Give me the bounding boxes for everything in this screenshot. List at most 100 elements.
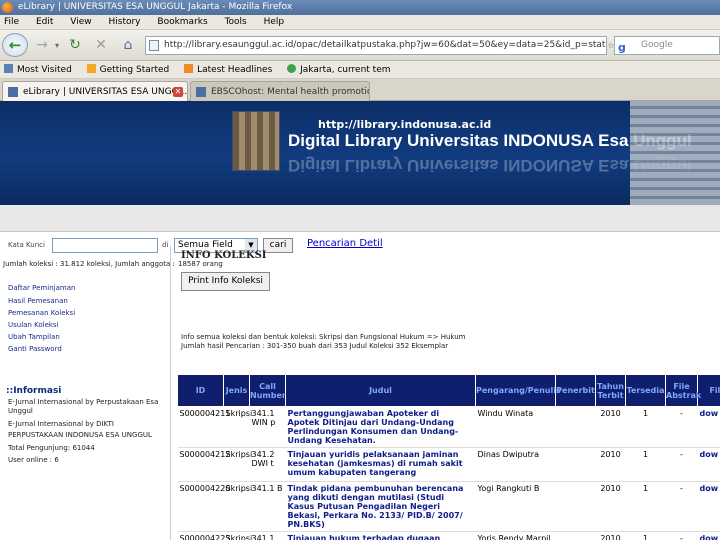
print-info-button[interactable]: Print Info Koleksi (181, 272, 270, 291)
cell-judul-link[interactable]: Tinjauan hukum terhadap dugaan (285, 531, 476, 540)
window-title-bar: eLibrary | UNIVERSITAS ESA UNGGUL Jakart… (0, 0, 720, 15)
table-row: S000004223 Skripsi 341.1 Tinjauan hukum … (177, 531, 720, 540)
cell-call: 341.1 B (249, 481, 286, 532)
keyword-label: Kata Kunci (8, 241, 45, 249)
col-file-abstrak: File Abstrak (665, 374, 701, 407)
sidebar-item-hasil-pemesanan[interactable]: Hasil Pemesanan (8, 297, 68, 305)
cell-id: S000004212 (177, 447, 230, 482)
cell-abstrak: - (665, 481, 698, 532)
info-heading: ::Informasi (6, 386, 62, 396)
cell-jenis: Skripsi (223, 481, 252, 532)
menu-tools[interactable]: Tools (225, 17, 247, 27)
page-title: INFO KOLEKSI (181, 250, 267, 261)
cell-call: 341.2 DWI t (249, 447, 286, 482)
col-call-number[interactable]: Call Number (249, 374, 286, 407)
tab-elibrary[interactable]: eLibrary | UNIVERSITAS ESA UNGG... ✕ (2, 81, 188, 101)
weather-icon (287, 64, 297, 73)
rss-icon (184, 64, 194, 73)
home-button[interactable]: ⌂ (116, 34, 140, 56)
cell-tersedia: 1 (625, 531, 666, 540)
main-content: INFO KOLEKSI Print Info Koleksi Info sem… (170, 246, 720, 540)
search-placeholder: Google (641, 40, 673, 50)
keyword-input[interactable] (52, 238, 158, 253)
cell-tahun: 2010 (595, 481, 626, 532)
table-header-row: ID Jenis Call Number Judul Pengarang/Pen… (177, 374, 720, 407)
forward-button[interactable]: → (32, 34, 52, 56)
table-row: S000004211 Skripsi 341.1 WIN p Pertanggu… (177, 406, 720, 448)
web-search-input[interactable]: g Google (614, 36, 720, 55)
menu-edit[interactable]: Edit (36, 17, 53, 27)
info-ejurnal-esa[interactable]: E-Jurnal Internasional by Perpustakaan E… (8, 398, 158, 406)
col-tersedia[interactable]: Tersedia (625, 374, 666, 407)
bookmark-latest-headlines[interactable]: Latest Headlines (184, 61, 272, 79)
sidebar-item-ganti-password[interactable]: Ganti Password (8, 345, 62, 353)
library-banner: http://library.indonusa.ac.id Digital Li… (0, 101, 720, 205)
cell-penerbit (555, 481, 596, 532)
menu-history[interactable]: History (108, 17, 140, 27)
cell-abstrak: - (665, 406, 698, 448)
left-sidebar: Daftar Peminjaman Hasil Pemesanan Pemesa… (0, 272, 168, 540)
menu-help[interactable]: Help (264, 17, 285, 27)
info-ejurnal-dikti[interactable]: E-Jurnal Internasional by DIKTI (8, 420, 114, 428)
site-favicon-icon (8, 87, 18, 97)
cell-jenis: Skripsi (223, 406, 252, 448)
table-row: S000004212 Skripsi 341.2 DWI t Tinjauan … (177, 447, 720, 482)
bookmark-jakarta-weather[interactable]: Jakarta, current tem (287, 61, 391, 79)
bookmark-getting-started[interactable]: Getting Started (86, 61, 169, 79)
sidebar-item-ubah-tampilan[interactable]: Ubah Tampilan (8, 333, 60, 341)
cell-judul-link[interactable]: Tindak pidana pembunuhan berencana yang … (285, 481, 476, 532)
cell-id: S000004220 (177, 481, 230, 532)
download-link[interactable]: dow (697, 447, 720, 482)
window-title: eLibrary | UNIVERSITAS ESA UNGGUL Jakart… (18, 2, 293, 12)
bookmark-icon (4, 64, 13, 73)
history-dropdown-icon[interactable]: ▾ (52, 34, 62, 56)
menu-bookmarks[interactable]: Bookmarks (157, 17, 207, 27)
cell-pengarang: Dinas Dwiputra (475, 447, 556, 482)
info-ejurnal-esa-cont[interactable]: Unggul (8, 407, 33, 415)
users-online: User online : 6 (8, 456, 59, 464)
firefox-icon (2, 2, 13, 13)
tab-ebscohost[interactable]: EBSCOhost: Mental health promotion in... (190, 81, 370, 101)
menu-file[interactable]: File (4, 17, 19, 27)
col-id[interactable]: ID (177, 374, 224, 407)
sidebar-item-usulan-koleksi[interactable]: Usulan Koleksi (8, 321, 59, 329)
cell-call: 341.1 (249, 531, 286, 540)
bookmark-most-visited[interactable]: Most Visited (4, 61, 72, 79)
download-link[interactable]: dow (697, 406, 720, 448)
back-button[interactable]: ← (2, 33, 28, 57)
tab-bar: eLibrary | UNIVERSITAS ESA UNGG... ✕ EBS… (0, 79, 720, 101)
address-bar[interactable]: http://library.esaunggul.ac.id/opac/deta… (145, 36, 607, 55)
visitor-count: Total Pengunjung: 61044 (8, 444, 95, 452)
cell-tersedia: 1 (625, 406, 666, 448)
cell-id: S000004211 (177, 406, 230, 448)
info-perpustakaan[interactable]: PERPUSTAKAAN INDONUSA ESA UNGGUL (8, 431, 152, 439)
collection-description: Info semua koleksi dan bentuk koleksi: S… (181, 333, 466, 341)
stop-button[interactable]: ✕ (90, 34, 112, 56)
cell-tahun: 2010 (595, 406, 626, 448)
cell-penerbit (555, 531, 596, 540)
download-link[interactable]: dow (697, 531, 720, 540)
navigation-toolbar: ← → ▾ ↻ ✕ ⌂ http://library.esaunggul.ac.… (0, 30, 720, 61)
cell-call: 341.1 WIN p (249, 406, 286, 448)
close-tab-icon[interactable]: ✕ (173, 87, 183, 97)
col-penerbit[interactable]: Penerbit (555, 374, 596, 407)
cell-judul-link[interactable]: Pertanggungjawaban Apoteker di Apotek Di… (285, 406, 476, 448)
sidebar-item-pemesanan-koleksi[interactable]: Pemesanan Koleksi (8, 309, 75, 317)
cell-judul-link[interactable]: Tinjauan yuridis pelaksanaan jaminan kes… (285, 447, 476, 482)
reload-button[interactable]: ↻ (64, 34, 86, 56)
cell-id: S000004223 (177, 531, 230, 540)
result-count: Jumlah hasil Pencarian : 301-350 buah da… (181, 342, 449, 350)
sidebar-item-peminjaman[interactable]: Daftar Peminjaman (8, 284, 75, 292)
cell-tahun: 2010 (595, 531, 626, 540)
cell-penerbit (555, 447, 596, 482)
bookmarks-toolbar: Most Visited Getting Started Latest Head… (0, 61, 720, 79)
cell-pengarang: Windu Winata (475, 406, 556, 448)
col-tahun[interactable]: Tahun Terbit (595, 374, 626, 407)
col-pengarang[interactable]: Pengarang/Penulis (475, 374, 561, 407)
menu-view[interactable]: View (70, 17, 91, 27)
cell-tersedia: 1 (625, 447, 666, 482)
download-link[interactable]: dow (697, 481, 720, 532)
col-judul[interactable]: Judul (285, 374, 476, 407)
header-strip (0, 205, 720, 232)
col-jenis[interactable]: Jenis (223, 374, 250, 407)
